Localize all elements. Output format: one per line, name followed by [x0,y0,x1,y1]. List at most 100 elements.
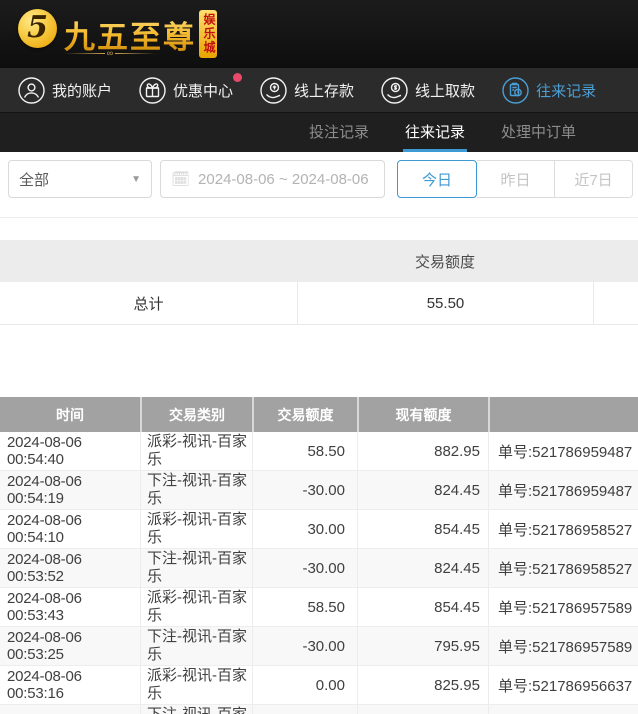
app-screen: 5 九五至尊 娱乐城 ∞ 我的账户 优惠中心 线上存款 [0,0,638,714]
top-banner: 5 九五至尊 娱乐城 ∞ [0,0,638,68]
cell-balance [357,705,488,714]
notification-dot [233,73,242,82]
summary-total-row: 总计 55.50 [0,282,638,325]
table-row: 2024-08-06 00:54:19下注-视讯-百家乐-30.00824.45… [0,471,638,510]
nav-item-promotions[interactable]: 优惠中心 [139,77,233,104]
calendar-icon: 🗓 [171,170,190,188]
nav-item-deposit[interactable]: 线上存款 [260,77,354,104]
yesterday-button[interactable]: 昨日 [477,160,555,198]
deposit-icon [260,77,287,104]
tab-transaction-records[interactable]: 往来记录 [403,113,467,152]
flourish-divider: ∞ [64,49,156,57]
cell-amount: -30.00 [252,627,357,665]
cell-order [488,705,638,714]
nav-label: 往来记录 [536,80,596,101]
brand-emblem-icon[interactable]: 5 [18,9,57,48]
nav-item-my-account[interactable]: 我的账户 [18,77,112,104]
cell-time: 2024-08-06 00:53:52 [0,549,140,587]
tab-processing-orders[interactable]: 处理中订单 [499,113,578,152]
cell-type: 派彩-视讯-百家乐 [140,588,252,626]
cell-order: 单号:521786956637 [488,666,638,704]
cell-type: 下注-视讯-百家乐 [140,705,252,714]
brand-badge: 娱乐城 [199,10,217,58]
table-row: 2024-08-06 00:53:43派彩-视讯-百家乐58.50854.45单… [0,588,638,627]
table-row: 2024-08-06 00:53:52下注-视讯-百家乐-30.00824.45… [0,549,638,588]
nav-label: 线上存款 [294,80,354,101]
cell-balance: 882.95 [357,432,488,470]
cell-amount: -30.00 [252,549,357,587]
sub-navbar: 投注记录 往来记录 处理中订单 [0,113,638,152]
today-button[interactable]: 今日 [397,160,477,198]
records-icon [502,77,529,104]
summary-total-label: 总计 [0,293,297,314]
cell-balance: 824.45 [357,549,488,587]
cell-order: 单号:521786959487 [488,471,638,509]
cell-amount: 58.50 [252,432,357,470]
last7days-button[interactable]: 近7日 [555,160,633,198]
cell-order: 单号:521786958527 [488,510,638,548]
date-range-input[interactable]: 🗓 2024-08-06 ~ 2024-08-06 [160,160,385,198]
cell-time: 2024-08-06 00:53:25 [0,627,140,665]
type-select[interactable]: 全部 ▼ [8,160,152,198]
cell-type: 下注-视讯-百家乐 [140,627,252,665]
col-header-type: 交易类别 [140,397,252,432]
chevron-down-icon: ▼ [131,174,141,185]
cell-type: 下注-视讯-百家乐 [140,471,252,509]
emblem-glyph: 5 [27,13,48,43]
cell-type: 派彩-视讯-百家乐 [140,510,252,548]
type-select-value: 全部 [19,169,49,190]
cell-amount: 30.00 [252,510,357,548]
summary-header-row: 交易额度 [0,240,638,282]
table-row: 下注-视讯-百家乐 [0,705,638,714]
cell-order: 单号:521786959487 [488,432,638,470]
col-header-amount: 交易额度 [252,397,357,432]
cell-time: 2024-08-06 00:54:19 [0,471,140,509]
user-icon [18,77,45,104]
cell-amount [252,705,357,714]
cell-order: 单号:521786957589 [488,588,638,626]
table-row: 2024-08-06 00:54:10派彩-视讯-百家乐30.00854.45单… [0,510,638,549]
cell-balance: 824.45 [357,471,488,509]
summary-total-value: 55.50 [297,282,593,324]
tab-bet-records[interactable]: 投注记录 [307,113,371,152]
table-row: 2024-08-06 00:54:40派彩-视讯-百家乐58.50882.95单… [0,432,638,471]
quick-date-button-group: 今日 昨日 近7日 [397,160,633,198]
summary-header-amount: 交易额度 [297,251,593,272]
col-header-time: 时间 [0,397,140,432]
table-row: 2024-08-06 00:53:16派彩-视讯-百家乐0.00825.95单号… [0,666,638,705]
table-header-row: 时间 交易类别 交易额度 现有额度 [0,397,638,432]
filter-bar: 全部 ▼ 🗓 2024-08-06 ~ 2024-08-06 今日 昨日 近7日 [0,152,638,218]
nav-item-withdraw[interactable]: 线上取款 [381,77,475,104]
col-header-balance: 现有额度 [357,397,488,432]
withdraw-icon [381,77,408,104]
spacer [0,218,638,240]
cell-type: 下注-视讯-百家乐 [140,549,252,587]
nav-label: 线上取款 [415,80,475,101]
cell-balance: 854.45 [357,588,488,626]
spacer [0,325,638,397]
cell-time: 2024-08-06 00:54:10 [0,510,140,548]
cell-type: 派彩-视讯-百家乐 [140,666,252,704]
cell-balance: 795.95 [357,627,488,665]
cell-order: 单号:521786957589 [488,627,638,665]
summary-total-cut [593,282,638,324]
cell-type: 派彩-视讯-百家乐 [140,432,252,470]
cell-time: 2024-08-06 00:53:16 [0,666,140,704]
col-header-order [488,397,638,432]
gift-icon [139,77,166,104]
cell-balance: 854.45 [357,510,488,548]
cell-amount: 58.50 [252,588,357,626]
cell-amount: 0.00 [252,666,357,704]
cell-amount: -30.00 [252,471,357,509]
nav-item-transaction-records[interactable]: 往来记录 [502,77,596,104]
date-range-value: 2024-08-06 ~ 2024-08-06 [198,171,369,188]
table-row: 2024-08-06 00:53:25下注-视讯-百家乐-30.00795.95… [0,627,638,666]
nav-label: 优惠中心 [173,80,233,101]
cell-order: 单号:521786958527 [488,549,638,587]
cell-time: 2024-08-06 00:53:43 [0,588,140,626]
cell-balance: 825.95 [357,666,488,704]
table-body: 2024-08-06 00:54:40派彩-视讯-百家乐58.50882.95单… [0,432,638,714]
cell-time [0,705,140,714]
nav-label: 我的账户 [52,80,112,101]
main-navbar: 我的账户 优惠中心 线上存款 线上取款 往来记录 [0,68,638,113]
